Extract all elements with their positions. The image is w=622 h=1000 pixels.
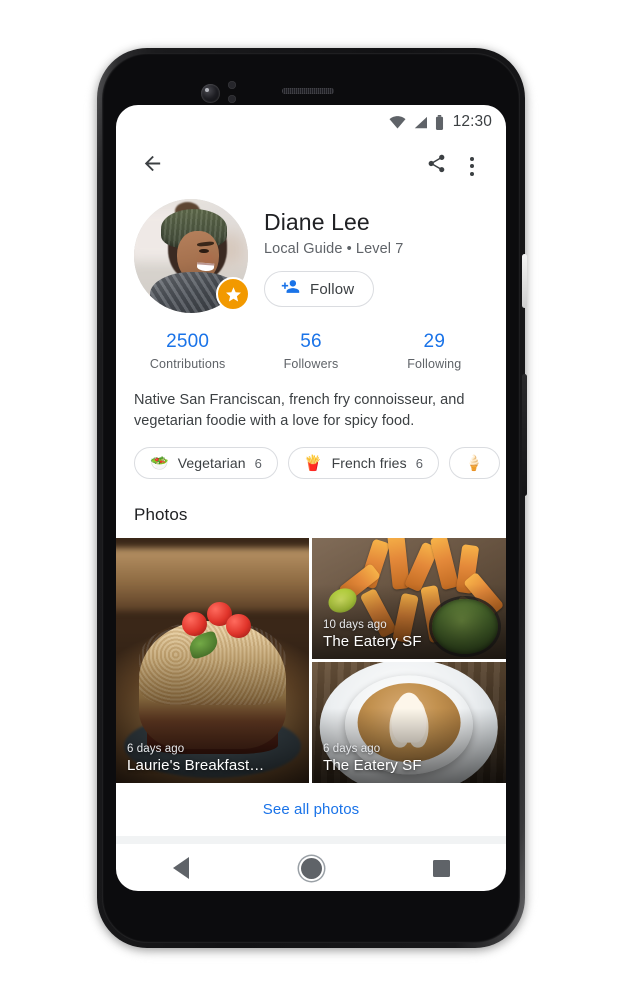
chip-vegetarian[interactable]: 🥗 Vegetarian 6	[134, 447, 278, 479]
stat-value: 29	[423, 331, 446, 352]
phone-screen: 12:30 Diane Lee Local Guide • Level 7 Fo…	[116, 105, 506, 867]
salad-icon: 🥗	[150, 454, 169, 472]
share-icon	[426, 153, 447, 179]
see-all-photos-label: See all photos	[262, 801, 360, 818]
stat-value: 56	[300, 331, 322, 352]
stat-following[interactable]: 29 Following	[373, 331, 496, 371]
nav-back-button[interactable]	[154, 848, 208, 888]
nav-recents-icon	[432, 859, 450, 877]
nav-back-icon	[173, 857, 189, 879]
follow-button-label: Follow	[310, 280, 355, 298]
system-navigation-bar	[116, 845, 506, 891]
status-bar: 12:30	[116, 105, 506, 139]
overflow-menu-button[interactable]	[454, 148, 490, 184]
photo-column-left: 6 days ago Laurie's Breakfast…	[116, 538, 309, 783]
back-button[interactable]	[134, 148, 170, 184]
status-time: 12:30	[452, 113, 492, 130]
photo-column-right: 10 days ago The Eatery SF 6 days ago The…	[312, 538, 506, 783]
avatar-wrapper[interactable]	[134, 199, 250, 313]
chip-ice-cream[interactable]: 🍦	[448, 447, 500, 479]
volume-rocker-button[interactable]	[522, 374, 527, 496]
profile-bio: Native San Franciscan, french fry connoi…	[134, 392, 465, 429]
chip-count: 6	[415, 455, 423, 471]
nav-recents-button[interactable]	[414, 848, 468, 888]
nav-home-icon	[300, 857, 322, 879]
signal-icon	[413, 116, 428, 129]
fries-icon: 🍟	[303, 454, 323, 472]
follow-button[interactable]: Follow	[264, 271, 375, 308]
photo-scrim	[116, 631, 309, 783]
stat-contributions[interactable]: 2500 Contributions	[126, 331, 249, 371]
chip-count: 6	[254, 455, 262, 471]
local-guide-star-badge	[216, 277, 250, 311]
power-button[interactable]	[522, 254, 527, 308]
photos-section-title: Photos	[134, 505, 188, 524]
photo-card-eatery-fries[interactable]: 10 days ago The Eatery SF	[312, 538, 506, 659]
app-bar	[116, 139, 506, 193]
photo-card-laurie-breakfast[interactable]: 6 days ago Laurie's Breakfast…	[116, 538, 309, 783]
profile-stats: 2500 Contributions 56 Followers 29 Follo…	[116, 331, 506, 371]
page-title: Diane Lee	[264, 209, 370, 235]
earpiece-speaker	[282, 88, 334, 94]
back-arrow-icon	[141, 152, 164, 180]
stat-label: Contributions	[149, 357, 226, 371]
photo-scrim	[312, 707, 506, 783]
share-button[interactable]	[418, 148, 454, 184]
stat-label: Following	[407, 357, 462, 371]
profile-header: Diane Lee Local Guide • Level 7 Follow	[116, 193, 506, 313]
chip-label: Vegetarian	[177, 455, 246, 471]
interest-chips: 🥗 Vegetarian 6 🍟 French fries 6 🍦	[116, 447, 506, 479]
photo-grid: 6 days ago Laurie's Breakfast… 10 days a…	[116, 538, 506, 783]
proximity-sensor-icon	[228, 81, 236, 89]
profile-info: Diane Lee Local Guide • Level 7 Follow	[248, 199, 490, 313]
chip-french-fries[interactable]: 🍟 French fries 6	[287, 447, 439, 479]
ice-cream-icon: 🍦	[464, 454, 484, 472]
stat-value: 2500	[166, 331, 210, 352]
ambient-light-sensor-icon	[228, 95, 236, 103]
battery-icon	[435, 114, 444, 130]
stat-followers[interactable]: 56 Followers	[249, 331, 372, 371]
front-camera-icon	[201, 84, 220, 103]
wifi-icon	[389, 115, 406, 129]
nav-home-button[interactable]	[284, 848, 338, 888]
see-all-photos-button[interactable]: See all photos	[116, 783, 506, 836]
stat-label: Followers	[283, 357, 339, 371]
person-add-icon	[281, 277, 300, 301]
chip-label: French fries	[331, 455, 407, 471]
photo-card-eatery-latte[interactable]: 6 days ago The Eatery SF	[312, 662, 506, 783]
photo-scrim	[312, 583, 506, 659]
more-vertical-icon	[470, 156, 474, 176]
phone-device: 12:30 Diane Lee Local Guide • Level 7 Fo…	[97, 48, 527, 948]
section-divider	[116, 836, 506, 844]
profile-subtitle: Local Guide • Level 7	[264, 241, 404, 258]
